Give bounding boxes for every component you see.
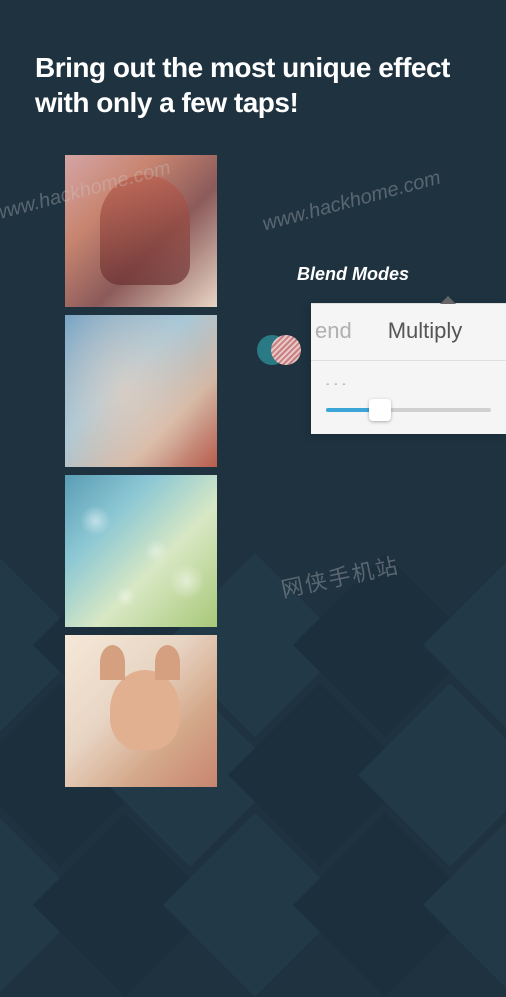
headline-line2: with only a few taps! [35,87,298,118]
blend-mode-panel: end Multiply - - - [311,303,506,434]
thumbnail-cat[interactable] [65,635,217,787]
watermark-url: www.hackhome.com [260,167,443,237]
headline: Bring out the most unique effect with on… [35,50,486,120]
slider-area: - - - [311,361,506,434]
slider-ticks: - - - [326,379,491,390]
panel-pointer-icon [440,296,456,304]
blend-overlap-icon [257,335,301,365]
thumbnail-silhouette[interactable] [65,155,217,307]
thumbnail-portrait[interactable] [65,315,217,467]
blend-mode-tabs: end Multiply [311,304,506,361]
thumbnail-birds[interactable] [65,475,217,627]
tab-multiply[interactable]: Multiply [370,318,481,344]
callout-label: Blend Modes [297,264,506,285]
slider-thumb[interactable] [369,399,391,421]
headline-line1: Bring out the most unique effect [35,52,450,83]
thumbnail-list [65,155,217,787]
tab-blend-partial[interactable]: end [311,318,370,344]
intensity-slider[interactable] [326,408,491,412]
blend-modes-callout: Blend Modes end Multiply - - - [257,264,506,434]
